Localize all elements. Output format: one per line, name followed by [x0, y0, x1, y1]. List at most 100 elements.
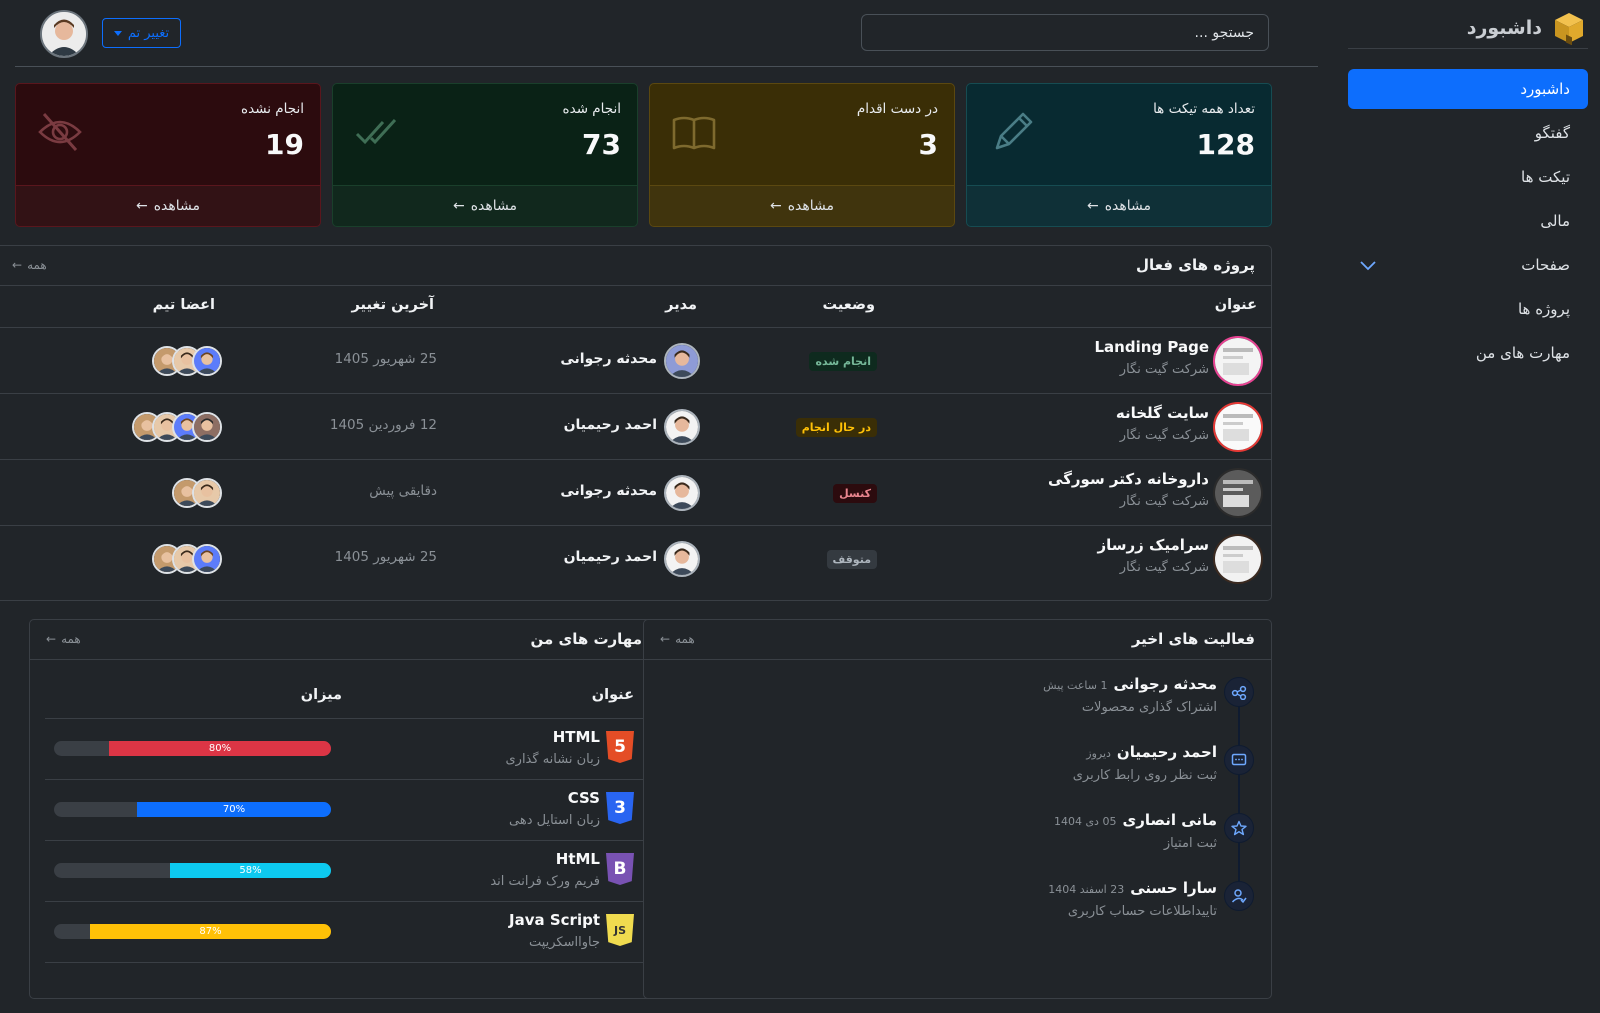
star-icon	[1224, 813, 1254, 843]
see-all-label: همه	[27, 258, 47, 272]
sidebar: داشبورد داشبورد گفتگو تیکت ها مالی صفحات…	[1272, 0, 1600, 1013]
panel-title: مهارت های من	[530, 630, 642, 648]
sidebar-item-tickets[interactable]: تیکت ها	[1348, 157, 1588, 197]
brand-title: داشبورد	[1466, 17, 1542, 39]
brand[interactable]: داشبورد	[1467, 8, 1586, 48]
project-name[interactable]: سایت گلخانه	[1116, 404, 1209, 422]
activity-item[interactable]: مانی انصاری 05 دی 1404 ثبت امتیاز	[644, 811, 1271, 871]
team-avatars	[152, 544, 222, 574]
html5-icon: 5	[606, 731, 634, 763]
last-updated: دقایقی پیش	[369, 483, 437, 499]
search-input[interactable]	[861, 14, 1269, 51]
manager-avatar	[664, 409, 700, 445]
panel-header: پروژه های فعال همه ←	[0, 246, 1271, 286]
sidebar-item-label: مهارت های من	[1475, 344, 1570, 362]
project-thumbnail	[1213, 402, 1263, 452]
last-updated: 25 شهریور 1405	[334, 549, 437, 565]
project-thumbnail	[1213, 336, 1263, 386]
table-row[interactable]: داروخانه دکتر سورگی شرکت گیت نگار کنسل محدث…	[0, 460, 1271, 526]
see-all-link[interactable]: همه ←	[46, 632, 81, 646]
arrow-left-icon: ←	[12, 258, 23, 272]
team-member-avatar	[192, 412, 222, 442]
stat-title: انجام نشده	[241, 101, 304, 117]
theme-toggle-button[interactable]: تغییر تم	[102, 18, 181, 48]
stat-view-label: مشاهده	[153, 198, 201, 214]
table-row[interactable]: سایت گلخانه شرکت گیت نگار در حال انجام احمد…	[0, 394, 1271, 460]
activity-header: محدثه رجوانی 1 ساعت پیش	[1043, 675, 1217, 693]
activity-item[interactable]: احمد رحیمیان دیروز ثبت نظر روی رابط کاربری	[644, 743, 1271, 803]
table-row[interactable]: Landing Page شرکت گیت نگار انجام شده محدثه …	[0, 328, 1271, 394]
team-member-avatar	[192, 346, 222, 376]
book-icon	[670, 108, 718, 160]
team-avatars	[172, 478, 222, 508]
list-item: 3 CSS زبان استایل دهی 70%	[30, 780, 658, 841]
skill-progress-bar: 87%	[90, 924, 331, 939]
sidebar-item-dashboard[interactable]: داشبورد	[1348, 69, 1588, 109]
project-thumbnail	[1213, 534, 1263, 584]
sidebar-item-projects[interactable]: پروژه ها	[1348, 289, 1588, 329]
stat-card-body: انجام شده 73	[333, 84, 637, 187]
column-header-level: میزان	[300, 687, 342, 703]
pencil-icon	[987, 108, 1035, 160]
team-avatars	[152, 346, 222, 376]
status-badge: انجام شده	[809, 352, 877, 371]
panel-title: پروژه های فعال	[1136, 256, 1255, 274]
activity-item[interactable]: سارا حسنی 23 اسفند 1404 تاییداطلاعات حساب …	[644, 879, 1271, 939]
arrow-left-icon: ←	[769, 198, 782, 214]
caret-down-icon	[113, 30, 122, 36]
stat-view-link[interactable]: مشاهده ←	[650, 185, 954, 226]
sidebar-item-chat[interactable]: گفتگو	[1348, 113, 1588, 153]
stat-view-link[interactable]: مشاهده ←	[16, 185, 320, 226]
project-name[interactable]: سرامیک زرساز	[1097, 536, 1209, 554]
table-row[interactable]: سرامیک زرساز شرکت گیت نگار متوقف احمد رحیمی…	[0, 526, 1271, 592]
activity-description: تاییداطلاعات حساب کاربری	[1067, 904, 1217, 919]
stat-card: تعداد همه تیکت ها 128 مشاهده ←	[966, 83, 1272, 227]
skill-description: جاوااسکریپت	[528, 935, 600, 950]
header-divider	[15, 66, 1318, 67]
skill-name: HTML	[552, 728, 600, 746]
stat-card: در دست اقدام 3 مشاهده ←	[649, 83, 955, 227]
see-all-link[interactable]: همه ←	[660, 632, 695, 646]
manager-name: احمد رحیمیان	[563, 417, 657, 433]
stat-title: در دست اقدام	[856, 101, 938, 117]
stat-card: انجام شده 73 مشاهده ←	[332, 83, 638, 227]
last-updated: 12 فروردین 1405	[329, 417, 437, 433]
stat-view-label: مشاهده	[470, 198, 518, 214]
manager-name: محدثه رجوانی	[560, 351, 657, 367]
theme-button-label: تغییر تم	[127, 25, 170, 41]
manager-name: محدثه رجوانی	[560, 483, 657, 499]
sidebar-item-skills[interactable]: مهارت های من	[1348, 333, 1588, 373]
project-thumbnail	[1213, 468, 1263, 518]
panel-title: فعالیت های اخیر	[1131, 630, 1255, 648]
arrow-left-icon: ←	[1086, 198, 1099, 214]
project-company: شرکت گیت نگار	[1119, 428, 1209, 443]
sidebar-item-finance[interactable]: مالی	[1348, 201, 1588, 241]
stat-value: 73	[582, 128, 621, 161]
stat-value: 19	[265, 128, 304, 161]
stat-card-body: تعداد همه تیکت ها 128	[967, 84, 1271, 187]
stat-view-link[interactable]: مشاهده ←	[967, 185, 1271, 226]
project-name[interactable]: داروخانه دکتر سورگی	[1048, 470, 1209, 488]
project-name[interactable]: Landing Page	[1095, 338, 1210, 356]
stat-title: انجام شده	[562, 101, 621, 117]
double-check-icon	[353, 108, 401, 160]
activity-description: ثبت امتیاز	[1163, 836, 1217, 851]
sidebar-item-pages[interactable]: صفحات	[1348, 245, 1588, 285]
sidebar-item-label: گفتگو	[1534, 124, 1570, 142]
skill-progress-bar: 58%	[170, 863, 331, 878]
sidebar-item-label: داشبورد	[1520, 80, 1570, 98]
row-divider	[45, 962, 643, 963]
avatar-image	[42, 12, 86, 56]
see-all-link[interactable]: همه ←	[12, 258, 47, 272]
my-skills-panel: مهارت های من همه ← عنوان میزان 5 HTML زبان …	[29, 619, 659, 999]
js-icon: JS	[606, 914, 634, 946]
skill-name: HtML	[555, 850, 600, 868]
sidebar-item-label: پروژه ها	[1517, 300, 1570, 318]
project-company: شرکت گیت نگار	[1119, 362, 1209, 377]
share-icon	[1224, 677, 1254, 707]
activity-item[interactable]: محدثه رجوانی 1 ساعت پیش اشتراک گذاری محصول…	[644, 675, 1271, 735]
skill-name: Java Script	[509, 911, 600, 929]
status-badge: کنسل	[833, 484, 877, 503]
user-avatar[interactable]	[40, 10, 88, 58]
stat-view-link[interactable]: مشاهده ←	[333, 185, 637, 226]
